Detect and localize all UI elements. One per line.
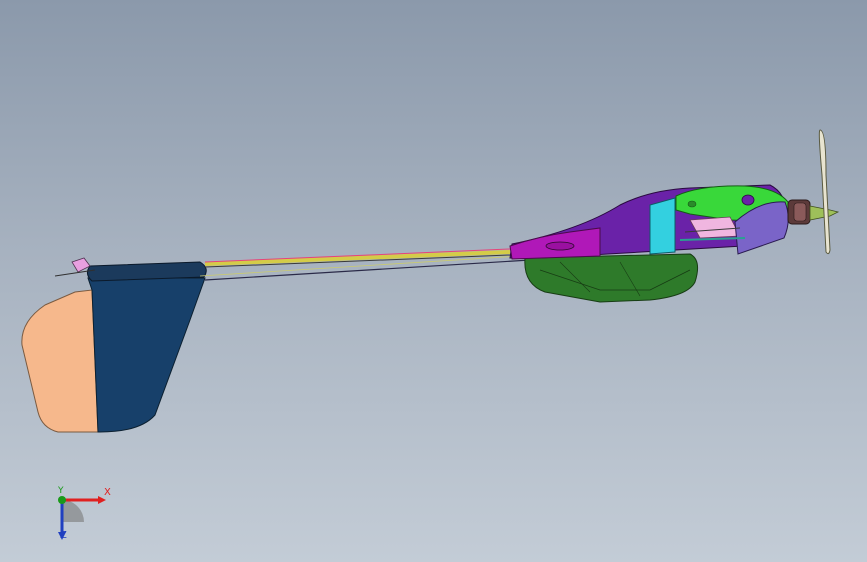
landing-skid[interactable] xyxy=(524,253,699,303)
tail-boom[interactable] xyxy=(204,250,511,266)
bulkhead xyxy=(649,197,676,255)
rudder[interactable] xyxy=(21,289,99,433)
tail-tip-fitting xyxy=(71,257,91,273)
vertical-stabilizer[interactable] xyxy=(87,277,206,433)
aircraft-model[interactable] xyxy=(0,0,867,562)
y-axis-label: Y xyxy=(58,486,64,496)
z-axis-label: Z xyxy=(60,530,67,541)
x-axis-label: X xyxy=(104,487,111,498)
propeller[interactable] xyxy=(818,129,831,255)
cad-viewport[interactable]: X Y Z xyxy=(0,0,867,562)
nose-hatch xyxy=(545,241,575,251)
